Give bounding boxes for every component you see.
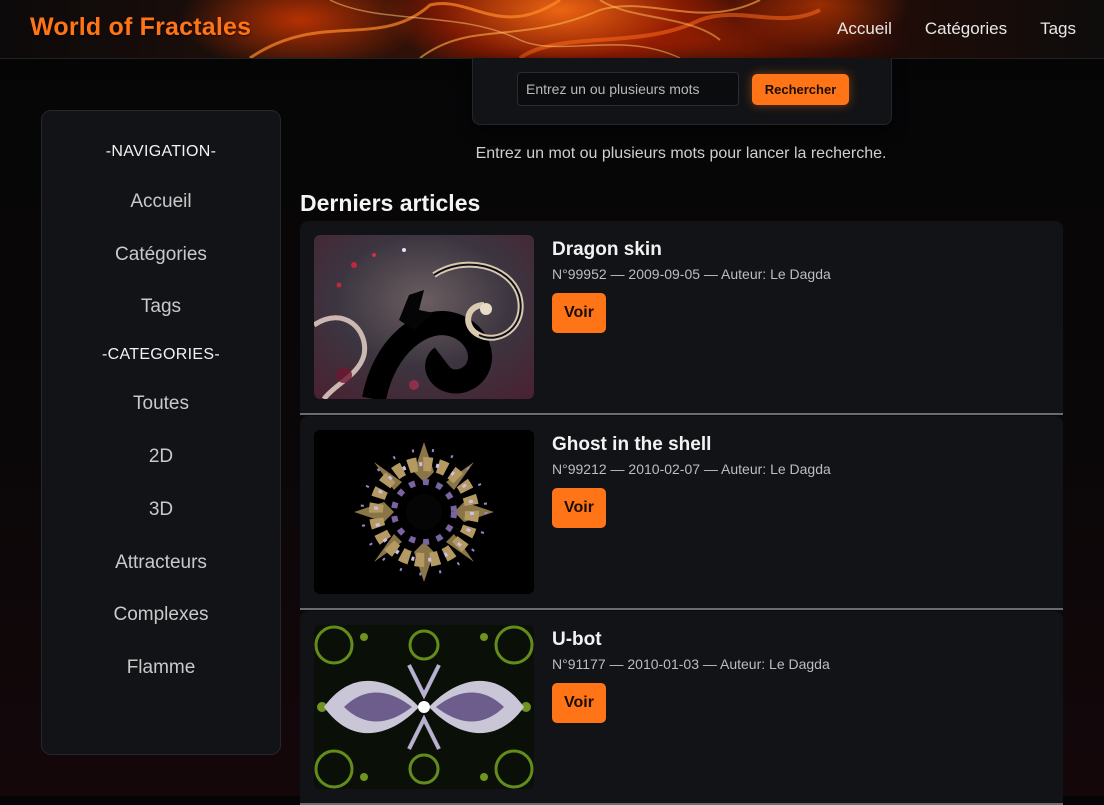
article-card: U-bot N°91177 — 2010-01-03 — Auteur: Le …	[300, 611, 1063, 805]
article-meta: N°99212 — 2010-02-07 — Auteur: Le Dagda	[552, 461, 831, 477]
sidebar-category-attracteurs[interactable]: Attracteurs	[42, 552, 280, 574]
sidebar-item-tags[interactable]: Tags	[42, 296, 280, 318]
sidebar-category-toutes[interactable]: Toutes	[42, 393, 280, 415]
sidebar-category-complexes[interactable]: Complexes	[42, 604, 280, 626]
article-thumbnail[interactable]	[314, 430, 534, 594]
site-header: World of Fractales Accueil Catégories Ta…	[0, 0, 1104, 59]
topnav-link-categories[interactable]: Catégories	[925, 19, 1007, 39]
sidebar: -NAVIGATION- Accueil Catégories Tags -CA…	[41, 110, 281, 755]
article-title[interactable]: Ghost in the shell	[552, 434, 711, 456]
sidebar-item-accueil[interactable]: Accueil	[42, 191, 280, 213]
top-navigation: Accueil Catégories Tags	[837, 19, 1076, 39]
view-article-button[interactable]: Voir	[552, 683, 606, 723]
search-button[interactable]: Rechercher	[752, 74, 849, 105]
topnav-link-tags[interactable]: Tags	[1040, 19, 1076, 39]
article-meta: N°91177 — 2010-01-03 — Auteur: Le Dagda	[552, 656, 830, 672]
sidebar-category-3d[interactable]: 3D	[42, 499, 280, 521]
article-title[interactable]: U-bot	[552, 629, 602, 651]
sidebar-category-2d[interactable]: 2D	[42, 446, 280, 468]
sidebar-item-categories[interactable]: Catégories	[42, 244, 280, 266]
article-thumbnail[interactable]	[314, 625, 534, 789]
search-panel: Rechercher	[472, 58, 892, 125]
search-input[interactable]	[517, 72, 739, 106]
sidebar-category-flamme[interactable]: Flamme	[42, 657, 280, 679]
article-card: Ghost in the shell N°99212 — 2010-02-07 …	[300, 416, 1063, 610]
article-thumbnail[interactable]	[314, 235, 534, 399]
view-article-button[interactable]: Voir	[552, 293, 606, 333]
article-title[interactable]: Dragon skin	[552, 239, 662, 261]
latest-articles-heading: Derniers articles	[300, 190, 481, 216]
search-hint: Entrez un mot ou plusieurs mots pour lan…	[475, 145, 887, 162]
sidebar-heading-categories: -CATEGORIES-	[102, 346, 220, 363]
view-article-button[interactable]: Voir	[552, 488, 606, 528]
sidebar-heading-navigation: -NAVIGATION-	[105, 143, 217, 160]
topnav-link-accueil[interactable]: Accueil	[837, 19, 892, 39]
article-meta: N°99952 — 2009-09-05 — Auteur: Le Dagda	[552, 266, 831, 282]
site-logo[interactable]: World of Fractales	[30, 13, 251, 42]
article-card: Dragon skin N°99952 — 2009-09-05 — Auteu…	[300, 221, 1063, 415]
